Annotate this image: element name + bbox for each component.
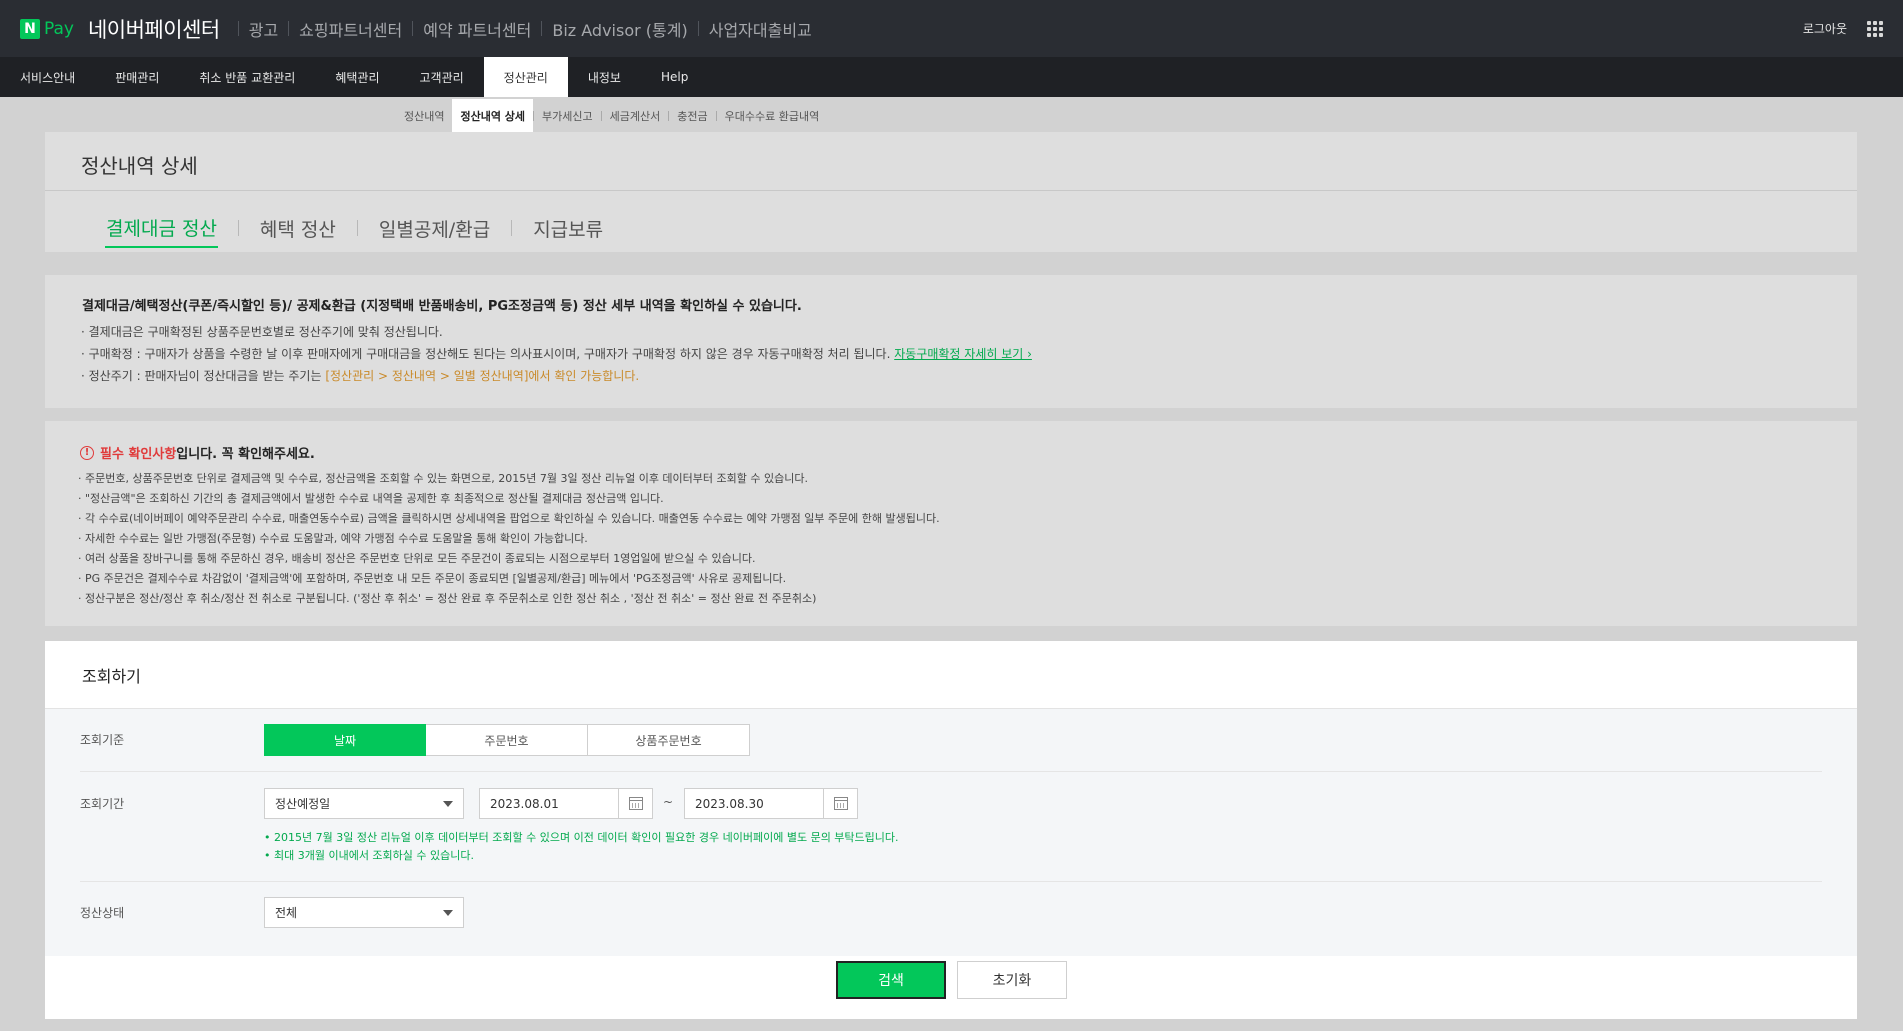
- title-divider: [45, 190, 1857, 191]
- subnav-tax-invoice[interactable]: 세금계산서: [602, 99, 669, 133]
- menu-help[interactable]: Help: [641, 57, 708, 97]
- tab-divider: [511, 220, 513, 236]
- top-right-controls: 로그아웃: [1803, 0, 1883, 57]
- period-label: 조회기간: [80, 797, 125, 811]
- notice-text: · 정산주기 : 판매자님이 정산대금을 받는 주기는: [81, 369, 326, 383]
- notice-line: · 구매확정 : 구매자가 상품을 수령한 날 이후 판매자에게 구매대금을 정…: [81, 345, 1032, 362]
- reset-button[interactable]: 초기화: [957, 961, 1067, 999]
- topnav-biz-advisor[interactable]: Biz Advisor (통계): [552, 17, 687, 41]
- criteria-date-button[interactable]: 날짜: [264, 724, 426, 756]
- tab-payment-hold[interactable]: 지급보류: [532, 208, 604, 248]
- notice-line: · 결제대금은 구매확정된 상품주문번호별로 정산주기에 맞춰 정산됩니다.: [81, 325, 443, 339]
- period-type-select[interactable]: 정산예정일: [264, 788, 464, 819]
- calendar-from-button[interactable]: [618, 789, 652, 818]
- chevron-down-icon: [443, 910, 453, 916]
- row-divider: [80, 881, 1822, 882]
- naver-n-icon: N: [20, 18, 40, 39]
- topnav-shopping-partner[interactable]: 쇼핑파트너센터: [299, 17, 402, 41]
- date-from-field[interactable]: 2023.08.01: [479, 788, 653, 819]
- topnav-booking-partner[interactable]: 예약 파트너센터: [423, 17, 531, 41]
- settlement-path-highlight: [정산관리 > 정산내역 > 일별 정산내역]에서 확인 가능합니다.: [325, 369, 640, 383]
- required-line: · PG 주문건은 결제수수료 차감없이 '결제금액'에 포함하며, 주문번호 …: [78, 572, 787, 585]
- required-heading: ! 필수 확인사항 입니다. 꼭 확인해주세요.: [80, 443, 315, 462]
- required-line: · 각 수수료(네이버페이 예약주문관리 수수료, 매출연동수수료) 금액을 클…: [78, 512, 940, 525]
- search-form: 조회기준 날짜 주문번호 상품주문번호 조회기간 정산예정일 2023.08.0…: [45, 709, 1857, 956]
- required-line: · "정산금액"은 조회하신 기간의 총 결제금액에서 발생한 수수료 내역을 …: [78, 492, 664, 505]
- subnav-deposit[interactable]: 충전금: [669, 99, 715, 133]
- calendar-icon: [833, 797, 848, 810]
- menu-cancel-return[interactable]: 취소 반품 교환관리: [179, 57, 315, 97]
- nav-divider: [288, 21, 290, 36]
- tab-benefit-settlement[interactable]: 혜택 정산: [259, 208, 337, 248]
- nav-divider: [541, 21, 543, 36]
- auto-confirm-detail-link[interactable]: 자동구매확정 자세히 보기 ›: [894, 347, 1032, 361]
- brand-title[interactable]: 네이버페이센터: [88, 14, 220, 44]
- tab-daily-deduction[interactable]: 일별공제/환급: [378, 208, 491, 248]
- search-button[interactable]: 검색: [836, 961, 946, 999]
- sub-nav: 정산내역 정산내역 상세 부가세신고 세금계산서 충전금 우대수수료 환급내역: [396, 99, 827, 133]
- menu-my-info[interactable]: 내정보: [568, 57, 641, 97]
- required-line: · 자세한 수수료는 일반 가맹점(주문형) 수수료 도움말과, 예약 가맹점 …: [78, 532, 588, 545]
- pay-logo-text: Pay: [44, 18, 74, 39]
- subnav-fee-refund[interactable]: 우대수수료 환급내역: [717, 99, 828, 133]
- title-panel: 정산내역 상세 결제대금 정산 혜택 정산 일별공제/환급 지급보류: [45, 132, 1857, 252]
- subnav-settlement-history[interactable]: 정산내역: [396, 99, 452, 133]
- menu-benefits[interactable]: 혜택관리: [315, 57, 399, 97]
- status-label: 정산상태: [80, 906, 125, 920]
- menu-service-info[interactable]: 서비스안내: [0, 57, 95, 97]
- criteria-order-number-button[interactable]: 주문번호: [426, 724, 588, 756]
- nav-divider: [697, 21, 699, 36]
- calendar-to-button[interactable]: [823, 789, 857, 818]
- subnav-vat-report[interactable]: 부가세신고: [534, 99, 601, 133]
- menu-sales[interactable]: 판매관리: [95, 57, 179, 97]
- npay-logo[interactable]: N Pay: [20, 18, 74, 39]
- notice-panel: 결제대금/혜택정산(쿠폰/즉시할인 등)/ 공제&환급 (지정택배 반품배송비,…: [45, 275, 1857, 408]
- criteria-product-order-number-button[interactable]: 상품주문번호: [588, 724, 750, 756]
- chevron-down-icon: [443, 801, 453, 807]
- period-hint: • 2015년 7월 3일 정산 리뉴얼 이후 데이터부터 조회할 수 있으며 …: [264, 831, 899, 844]
- required-line: · 정산구분은 정산/정산 후 취소/정산 전 취소로 구분됩니다. ('정산 …: [78, 592, 817, 605]
- notice-text: · 구매확정 : 구매자가 상품을 수령한 날 이후 판매자에게 구매대금을 정…: [81, 347, 891, 361]
- period-hint: • 최대 3개월 이내에서 조회하실 수 있습니다.: [264, 849, 475, 862]
- required-line: · 주문번호, 상품주문번호 단위로 결제금액 및 수수료, 정산금액을 조회할…: [78, 472, 808, 485]
- settlement-tabs: 결제대금 정산 혜택 정산 일별공제/환급 지급보류: [105, 208, 604, 248]
- date-to-field[interactable]: 2023.08.30: [684, 788, 858, 819]
- date-range-separator: ~: [663, 795, 674, 809]
- top-bar: N Pay 네이버페이센터 광고 쇼핑파트너센터 예약 파트너센터 Biz Ad…: [0, 0, 1903, 57]
- tab-divider: [237, 220, 239, 236]
- criteria-label: 조회기준: [80, 733, 125, 747]
- tab-payment-settlement[interactable]: 결제대금 정산: [105, 208, 218, 248]
- required-label: 필수 확인사항: [100, 447, 177, 462]
- required-heading-text: 입니다. 꼭 확인해주세요.: [176, 447, 315, 462]
- topnav-loan-compare[interactable]: 사업자대출비교: [709, 17, 812, 41]
- tab-divider: [356, 220, 358, 236]
- page-title: 정산내역 상세: [81, 154, 198, 178]
- calendar-icon: [628, 797, 643, 810]
- status-value: 전체: [275, 906, 298, 920]
- notice-heading: 결제대금/혜택정산(쿠폰/즉시할인 등)/ 공제&환급 (지정택배 반품배송비,…: [82, 299, 802, 314]
- date-to-value: 2023.08.30: [695, 796, 764, 811]
- topnav-ads[interactable]: 광고: [249, 17, 278, 41]
- subnav-settlement-detail[interactable]: 정산내역 상세: [452, 99, 534, 133]
- nav-divider: [412, 21, 414, 36]
- alert-icon: !: [80, 445, 94, 460]
- app-grid-icon[interactable]: [1867, 20, 1883, 37]
- top-nav: 광고 쇼핑파트너센터 예약 파트너센터 Biz Advisor (통계) 사업자…: [228, 17, 812, 41]
- menu-customers[interactable]: 고객관리: [400, 57, 484, 97]
- criteria-segmented-control: 날짜 주문번호 상품주문번호: [264, 724, 750, 756]
- required-line: · 여러 상품을 장바구니를 통해 주문하신 경우, 배송비 정산은 주문번호 …: [78, 552, 756, 565]
- status-select[interactable]: 전체: [264, 897, 464, 928]
- notice-line: · 정산주기 : 판매자님이 정산대금을 받는 주기는 [정산관리 > 정산내역…: [81, 367, 639, 384]
- period-type-value: 정산예정일: [275, 797, 331, 811]
- menu-settlement[interactable]: 정산관리: [483, 57, 568, 97]
- search-title: 조회하기: [82, 667, 141, 686]
- row-divider: [80, 771, 1822, 772]
- logout-link[interactable]: 로그아웃: [1803, 20, 1847, 37]
- nav-divider: [237, 21, 239, 36]
- date-from-value: 2023.08.01: [490, 796, 559, 811]
- required-notice-panel: ! 필수 확인사항 입니다. 꼭 확인해주세요. · 주문번호, 상품주문번호 단…: [45, 421, 1857, 626]
- main-nav: 서비스안내 판매관리 취소 반품 교환관리 혜택관리 고객관리 정산관리 내정보…: [0, 57, 1903, 97]
- search-panel: 조회하기 조회기준 날짜 주문번호 상품주문번호 조회기간 정산예정일 2023…: [45, 641, 1857, 1019]
